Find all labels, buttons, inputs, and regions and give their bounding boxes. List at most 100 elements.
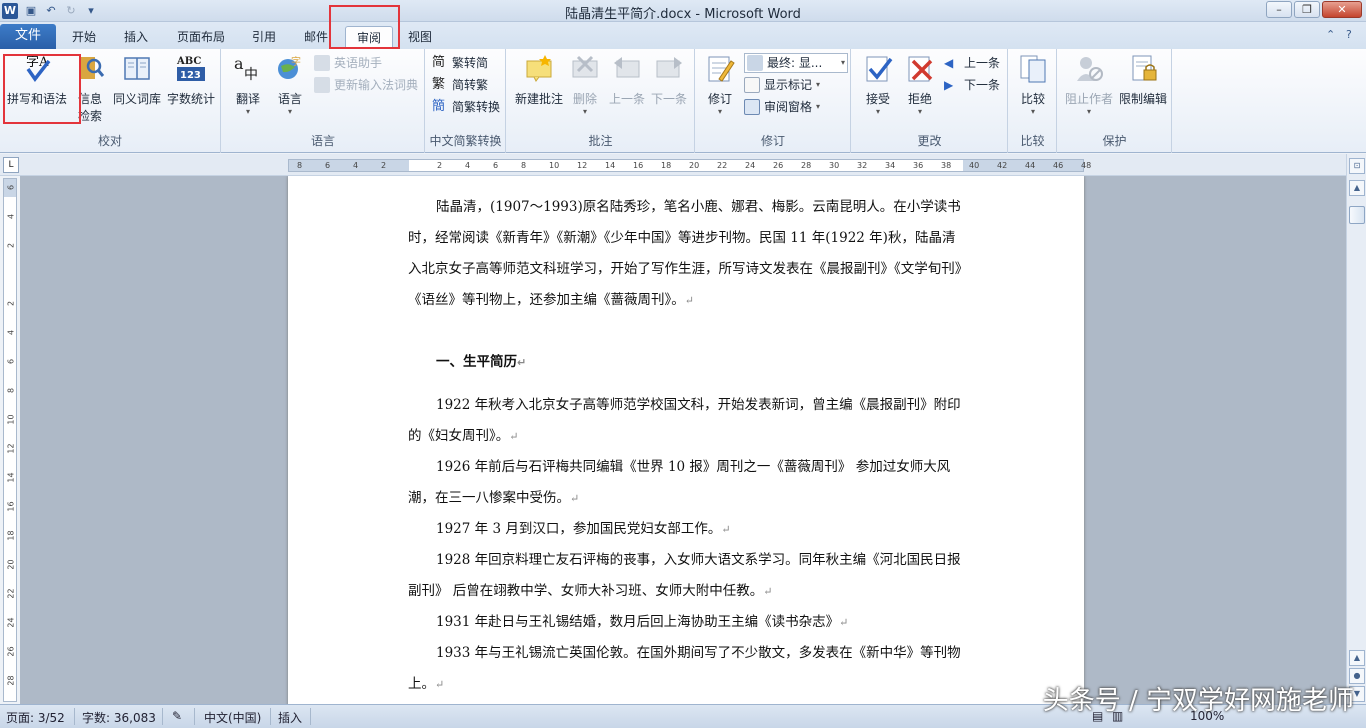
show-markup-button[interactable]: 显示标记 ▾ [744, 75, 820, 95]
tab-home[interactable]: 开始 [62, 26, 106, 49]
display-for-review-select[interactable]: 最终: 显... ▾ [744, 53, 848, 73]
svg-text:ABC: ABC [176, 56, 201, 67]
document-body[interactable]: 陆晶清，(1907～1993)原名陆秀珍，笔名小鹿、娜君、梅影。云南昆明人。在小… [408, 192, 964, 700]
reject-button[interactable]: 拒绝 ▾ [900, 53, 940, 116]
traditional-char-icon: 繁 [432, 77, 446, 92]
paragraph-1931[interactable]: 1931 年赴日与王礼锡结婚，数月后回上海协助王主编《读书杂志》↵ [408, 607, 964, 638]
paragraph-1922[interactable]: 1922 年秋考入北京女子高等师范学校国文科，开始发表新词，曾主编《晨报副刊》附… [408, 390, 964, 452]
vertical-ruler-tick: 20 [6, 559, 16, 570]
reviewing-pane-button[interactable]: 审阅窗格 ▾ [744, 97, 820, 117]
previous-page-icon[interactable]: ▲ [1349, 650, 1365, 666]
accept-button[interactable]: 接受 ▾ [858, 53, 898, 116]
translate-dropdown-icon[interactable]: ▾ [228, 107, 268, 116]
reject-label: 拒绝 [907, 92, 932, 106]
new-comment-button[interactable]: 新建批注 [511, 53, 567, 107]
language-button[interactable]: 字 语言 ▾ [270, 53, 310, 116]
accept-dropdown-icon[interactable]: ▾ [858, 107, 898, 116]
track-changes-button[interactable]: 修订 ▾ [700, 53, 740, 116]
next-change-button[interactable]: ▶ 下一条 [944, 75, 1000, 95]
update-ime-dictionary-button[interactable]: 更新输入法词典 [314, 75, 418, 95]
vertical-ruler-tick: 6 [6, 358, 16, 365]
help-icon[interactable]: ? [1346, 28, 1352, 41]
next-change-label: 下一条 [964, 78, 1001, 92]
minimize-button[interactable]: – [1266, 1, 1292, 18]
thesaurus-button[interactable]: 同义词库 [110, 53, 164, 107]
english-assistant-button[interactable]: 英语助手 [314, 53, 382, 73]
delete-dropdown-icon[interactable]: ▾ [569, 107, 601, 116]
document-page[interactable]: 陆晶清，(1907～1993)原名陆秀珍，笔名小鹿、娜君、梅影。云南昆明人。在小… [288, 176, 1084, 704]
paragraph-mark: ↵ [763, 585, 773, 598]
show-markup-label: 显示标记 [764, 78, 813, 92]
minimize-ribbon-icon[interactable]: ⌃ [1326, 28, 1335, 41]
paragraph-1927[interactable]: 1927 年 3 月到汉口，参加国民党妇女部工作。↵ [408, 514, 964, 545]
show-markup-dropdown-icon: ▾ [816, 80, 821, 89]
tab-insert[interactable]: 插入 [114, 26, 158, 49]
paragraph-intro[interactable]: 陆晶清，(1907～1993)原名陆秀珍，笔名小鹿、娜君、梅影。云南昆明人。在小… [408, 192, 964, 316]
status-separator [162, 708, 163, 725]
vertical-scrollbar[interactable]: ⊡ ▲ ▲ ● ▼ [1346, 154, 1366, 704]
delete-comment-icon [572, 55, 598, 78]
scrollbar-thumb[interactable] [1349, 206, 1365, 224]
previous-change-button[interactable]: ◀ 上一条 [944, 53, 1000, 73]
scroll-up-arrow-icon[interactable]: ▲ [1349, 180, 1365, 196]
ruler-tick: 20 [689, 161, 700, 170]
chinese-conversion-button[interactable]: 簡 简繁转换 [432, 97, 500, 117]
compare-button[interactable]: 比较 ▾ [1013, 53, 1053, 116]
language-status[interactable]: 中文(中国) [204, 709, 261, 726]
paragraph-1928[interactable]: 1928 年回京料理亡友石评梅的丧事，入女师大语文系学习。同年秋主编《河北国民日… [408, 545, 964, 607]
tab-selector-icon[interactable]: L [3, 157, 19, 173]
accept-icon [866, 56, 893, 82]
thesaurus-book-icon [124, 57, 150, 80]
compare-dropdown-icon[interactable]: ▾ [1013, 107, 1053, 116]
tab-view[interactable]: 视图 [400, 26, 440, 49]
horizontal-ruler[interactable]: 8 6 4 2 2 4 6 8 10 12 14 16 18 20 22 24 26 28 30 32 34 36 38 40… [288, 159, 1091, 172]
page-count[interactable]: 页面: 3/52 [6, 709, 65, 726]
translate-icon: a 中 [234, 54, 258, 83]
tab-file[interactable]: 文件 [0, 24, 56, 49]
restrict-editing-button[interactable]: 限制编辑 [1116, 53, 1170, 107]
track-changes-dropdown-icon[interactable]: ▾ [700, 107, 740, 116]
ruler-tick: 30 [829, 161, 840, 170]
block-authors-dropdown-icon[interactable]: ▾ [1062, 107, 1116, 116]
status-separator [74, 708, 75, 725]
word-count-icon: ABC 123 [176, 56, 205, 81]
proofing-status-icon[interactable]: ✎ [172, 709, 182, 723]
paragraph-mark: ↵ [839, 616, 849, 629]
previous-comment-icon [614, 57, 640, 78]
close-button[interactable]: ✕ [1322, 1, 1362, 18]
view-ruler-toggle-icon[interactable]: ⊡ [1349, 158, 1365, 174]
previous-change-icon: ◀ [944, 56, 954, 70]
new-comment-icon [526, 55, 552, 82]
next-comment-button[interactable]: 下一条 [649, 53, 689, 107]
vertical-ruler[interactable]: 6 4 2 2 4 6 8 10 12 14 16 18 20 22 24 26 28 [3, 178, 17, 702]
translate-label: 翻译 [235, 92, 260, 106]
reviewing-pane-icon [744, 99, 760, 115]
delete-comment-button[interactable]: 删除 ▾ [569, 53, 601, 116]
word-count[interactable]: 字数: 36,083 [82, 709, 156, 726]
paragraph-1928-text: 1928 年回京料理亡友石评梅的丧事，入女师大语文系学习。同年秋主编《河北国民日… [408, 552, 961, 599]
ruler-tick: 36 [913, 161, 924, 170]
block-authors-button[interactable]: 阻止作者 ▾ [1062, 53, 1116, 116]
restore-button[interactable]: ❐ [1294, 1, 1320, 18]
display-review-icon [747, 55, 763, 71]
previous-comment-button[interactable]: 上一条 [607, 53, 647, 107]
paragraph-1926[interactable]: 1926 年前后与石评梅共同编辑《世界 10 报》周刊之一《蔷薇周刊》 参加过女… [408, 452, 964, 514]
ruler-tick: 6 [325, 161, 331, 170]
paragraph-1927-text: 1927 年 3 月到汉口，参加国民党妇女部工作。 [436, 521, 722, 537]
section-heading[interactable]: 一、生平简历↵ [408, 347, 964, 378]
word-count-button[interactable]: ABC 123 字数统计 [164, 53, 218, 107]
to-traditional-label: 简转繁 [452, 78, 489, 92]
language-dropdown-icon[interactable]: ▾ [270, 107, 310, 116]
ruler-bar: L 8 6 4 2 2 4 6 8 10 12 14 16 18 20 22 24 26 28 30 32 34 36 38… [0, 154, 1366, 176]
translate-button[interactable]: a 中 翻译 ▾ [228, 53, 268, 116]
window-controls: – ❐ ✕ [1266, 1, 1362, 18]
paragraph-1933[interactable]: 1933 年与王礼锡流亡英国伦敦。在国外期间写了不少散文，多发表在《新中华》等刊… [408, 638, 964, 700]
tab-references[interactable]: 引用 [244, 26, 284, 49]
insert-mode[interactable]: 插入 [278, 709, 302, 726]
traditional-to-simplified-button[interactable]: 简 繁转简 [432, 53, 488, 73]
reject-dropdown-icon[interactable]: ▾ [900, 107, 940, 116]
simplified-to-traditional-button[interactable]: 繁 简转繁 [432, 75, 488, 95]
ribbon: 字A 拼写和语法 信息 检索 同义词库 ABC 123 字数统计 校对 a 中 … [0, 49, 1366, 153]
tab-page-layout[interactable]: 页面布局 [170, 26, 232, 49]
group-label-chinese: 中文简繁转换 [429, 134, 502, 148]
